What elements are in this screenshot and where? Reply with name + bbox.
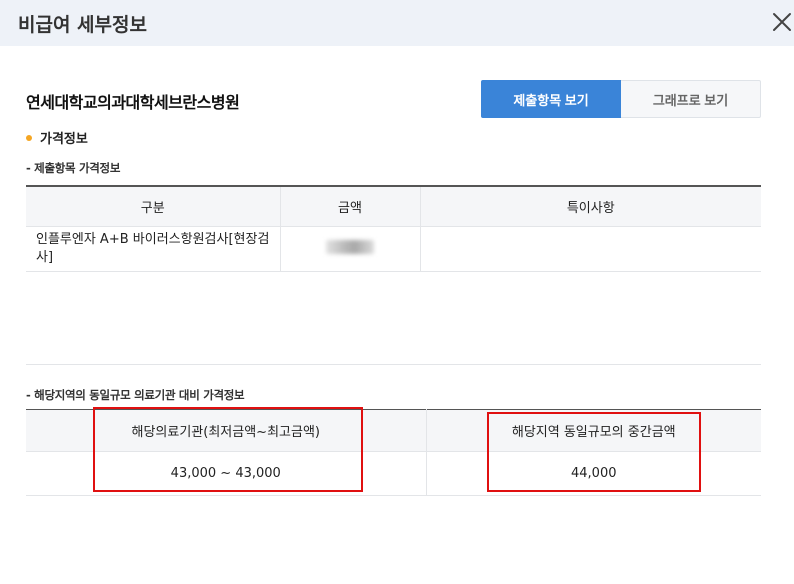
submitted-items-view-button[interactable]: 제출항목 보기 [481, 80, 621, 118]
table-row: 43,000 ~ 43,000 44,000 [26, 451, 761, 496]
item-name-cell: 인플루엔자 A+B 바이러스항원검사[현장검사] [26, 226, 281, 272]
note-cell [420, 226, 761, 272]
section-divider [26, 364, 761, 365]
modal-header: 비급여 세부정보 [0, 0, 794, 46]
column-header: 해당의료기관(최저금액~최고금액) [26, 409, 427, 452]
column-header: 금액 [280, 186, 421, 227]
column-header: 구분 [26, 186, 281, 227]
table-header-row: 해당의료기관(최저금액~최고금액) 해당지역 동일규모의 중간금액 [26, 409, 761, 452]
table-header-row: 구분 금액 특이사항 [26, 186, 761, 227]
hospital-price-range: 43,000 ~ 43,000 [26, 451, 427, 496]
hospital-name: 연세대학교의과대학세브란스병원 [26, 93, 240, 112]
regional-price-subtitle: - 해당지역의 동일규모 의료기관 대비 가격정보 [26, 388, 245, 402]
price-info-heading: 가격정보 [26, 128, 88, 147]
column-header: 특이사항 [420, 186, 761, 227]
submitted-price-subtitle: - 제출항목 가격정보 [26, 161, 121, 175]
modal-title: 비급여 세부정보 [18, 14, 147, 36]
column-header: 해당지역 동일규모의 중간금액 [426, 409, 761, 452]
table-row: 인플루엔자 A+B 바이러스항원검사[현장검사] [26, 226, 761, 272]
bullet-dot-icon [26, 134, 32, 141]
submitted-price-table: 구분 금액 특이사항 인플루엔자 A+B 바이러스항원검사[현장검사] [26, 185, 761, 272]
regional-median-price: 44,000 [426, 451, 761, 496]
graph-view-button[interactable]: 그래프로 보기 [621, 80, 761, 118]
close-icon[interactable] [768, 8, 794, 36]
blurred-amount [326, 239, 374, 254]
section-title: 가격정보 [40, 132, 88, 147]
regional-price-table: 해당의료기관(최저금액~최고금액) 해당지역 동일규모의 중간금액 43,000… [26, 409, 761, 496]
amount-cell [280, 226, 421, 272]
